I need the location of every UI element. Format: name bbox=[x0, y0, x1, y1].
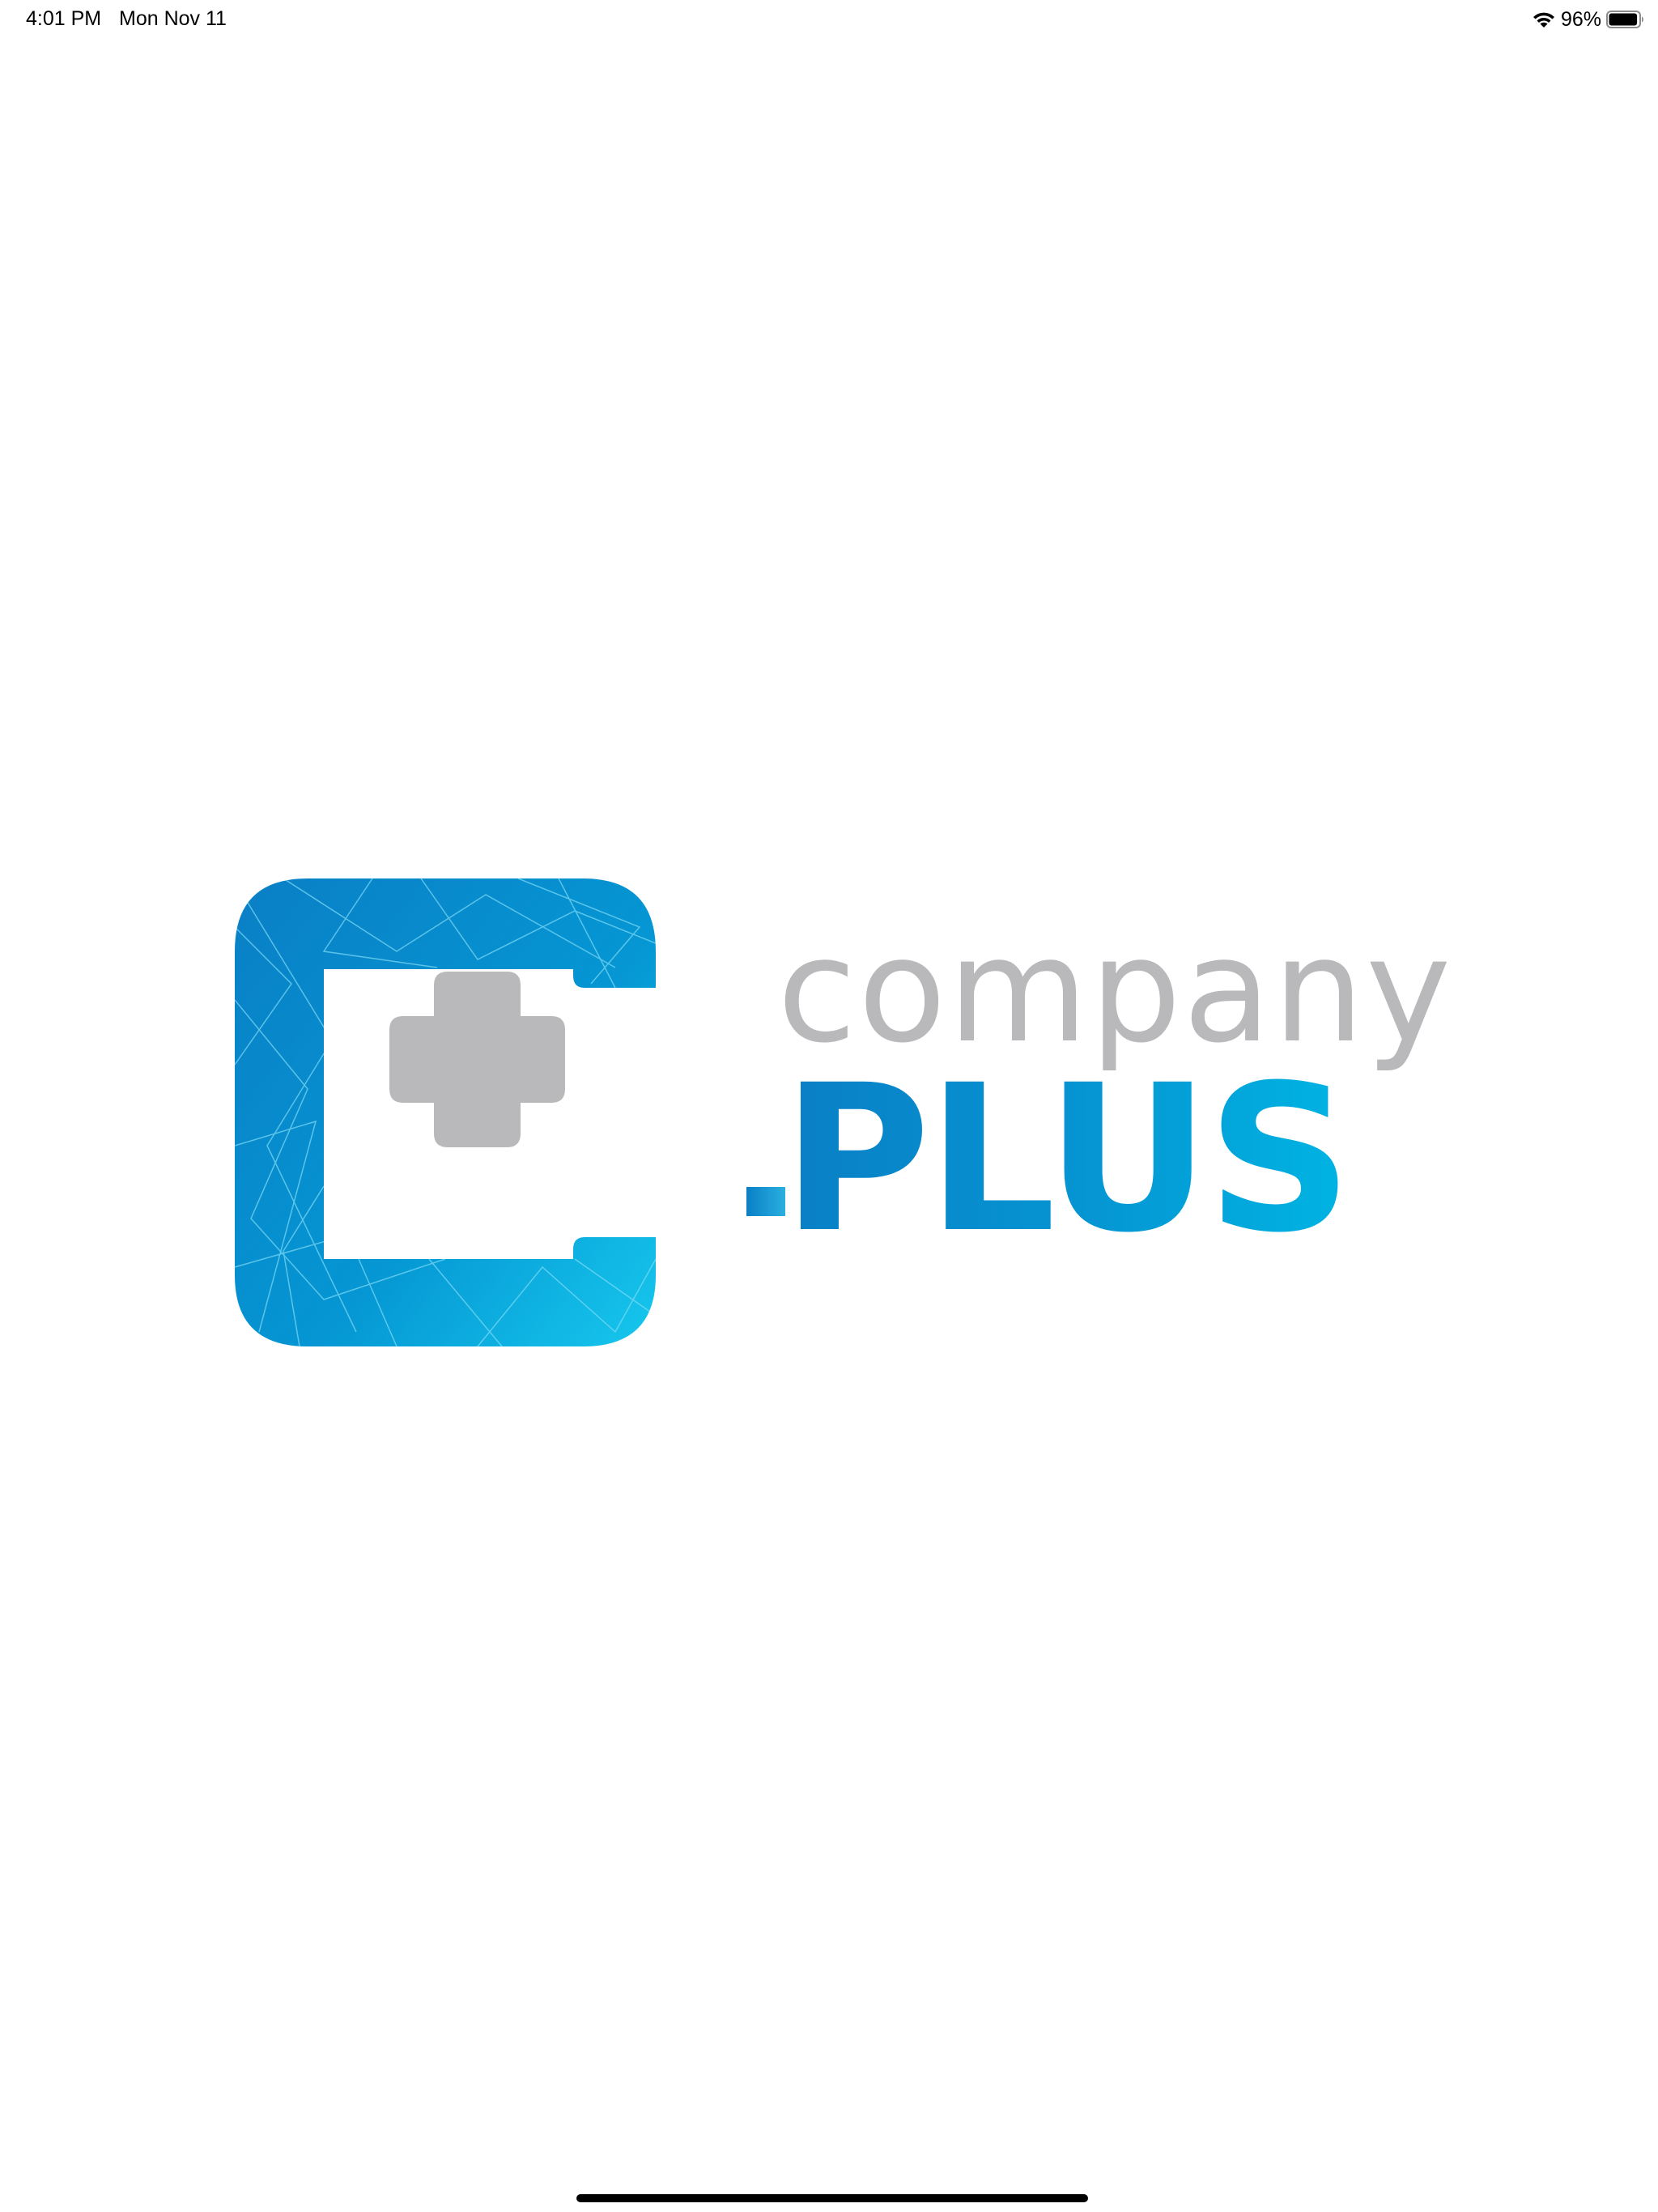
logo-c-mark bbox=[235, 878, 656, 1346]
battery-percent: 96% bbox=[1560, 7, 1601, 31]
battery-icon bbox=[1606, 11, 1643, 28]
status-indicators: 96% bbox=[1532, 6, 1645, 32]
logo-cross-icon bbox=[389, 972, 565, 1147]
wifi-icon bbox=[1533, 12, 1554, 28]
status-date: Mon Nov 11 bbox=[119, 7, 227, 30]
logo-dash-mark bbox=[746, 1187, 785, 1216]
status-bar: 4:01 PM Mon Nov 11 96% bbox=[0, 0, 1658, 39]
home-indicator[interactable] bbox=[576, 2194, 1088, 2202]
splash-screen: 4:01 PM Mon Nov 11 96% company PLUS bbox=[0, 0, 1658, 2212]
status-time: 4:01 PM bbox=[26, 7, 102, 30]
company-plus-logo: company PLUS bbox=[235, 878, 1451, 1348]
logo-word-plus: PLUS bbox=[782, 1041, 1353, 1277]
